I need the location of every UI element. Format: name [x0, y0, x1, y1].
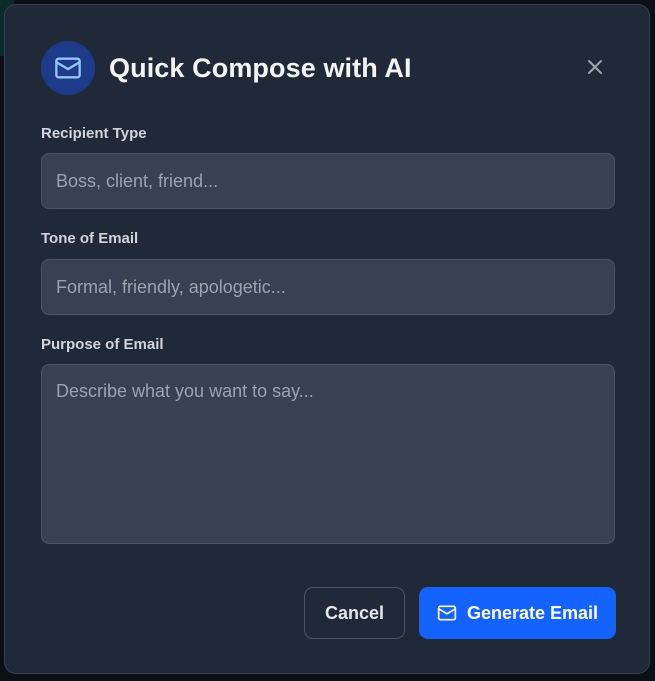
mail-icon: [437, 603, 457, 623]
generate-email-button-label: Generate Email: [466, 602, 599, 623]
close-icon[interactable]: [583, 55, 607, 79]
mail-icon: [41, 41, 95, 95]
compose-dialog: Quick Compose with AI Recipient Type Ton…: [4, 4, 650, 674]
recipient-type-label: Recipient Type: [41, 125, 147, 142]
dialog-header: Quick Compose with AI: [41, 41, 412, 95]
dialog-title: Quick Compose with AI: [109, 52, 412, 83]
tone-input[interactable]: [41, 259, 615, 315]
generate-email-button[interactable]: Generate Email: [419, 587, 616, 639]
purpose-label: Purpose of Email: [41, 336, 164, 353]
cancel-button-label: Cancel: [324, 602, 385, 623]
cancel-button[interactable]: Cancel: [304, 587, 405, 639]
recipient-type-input[interactable]: [41, 153, 615, 209]
tone-label: Tone of Email: [41, 230, 139, 247]
purpose-textarea[interactable]: [41, 364, 615, 544]
